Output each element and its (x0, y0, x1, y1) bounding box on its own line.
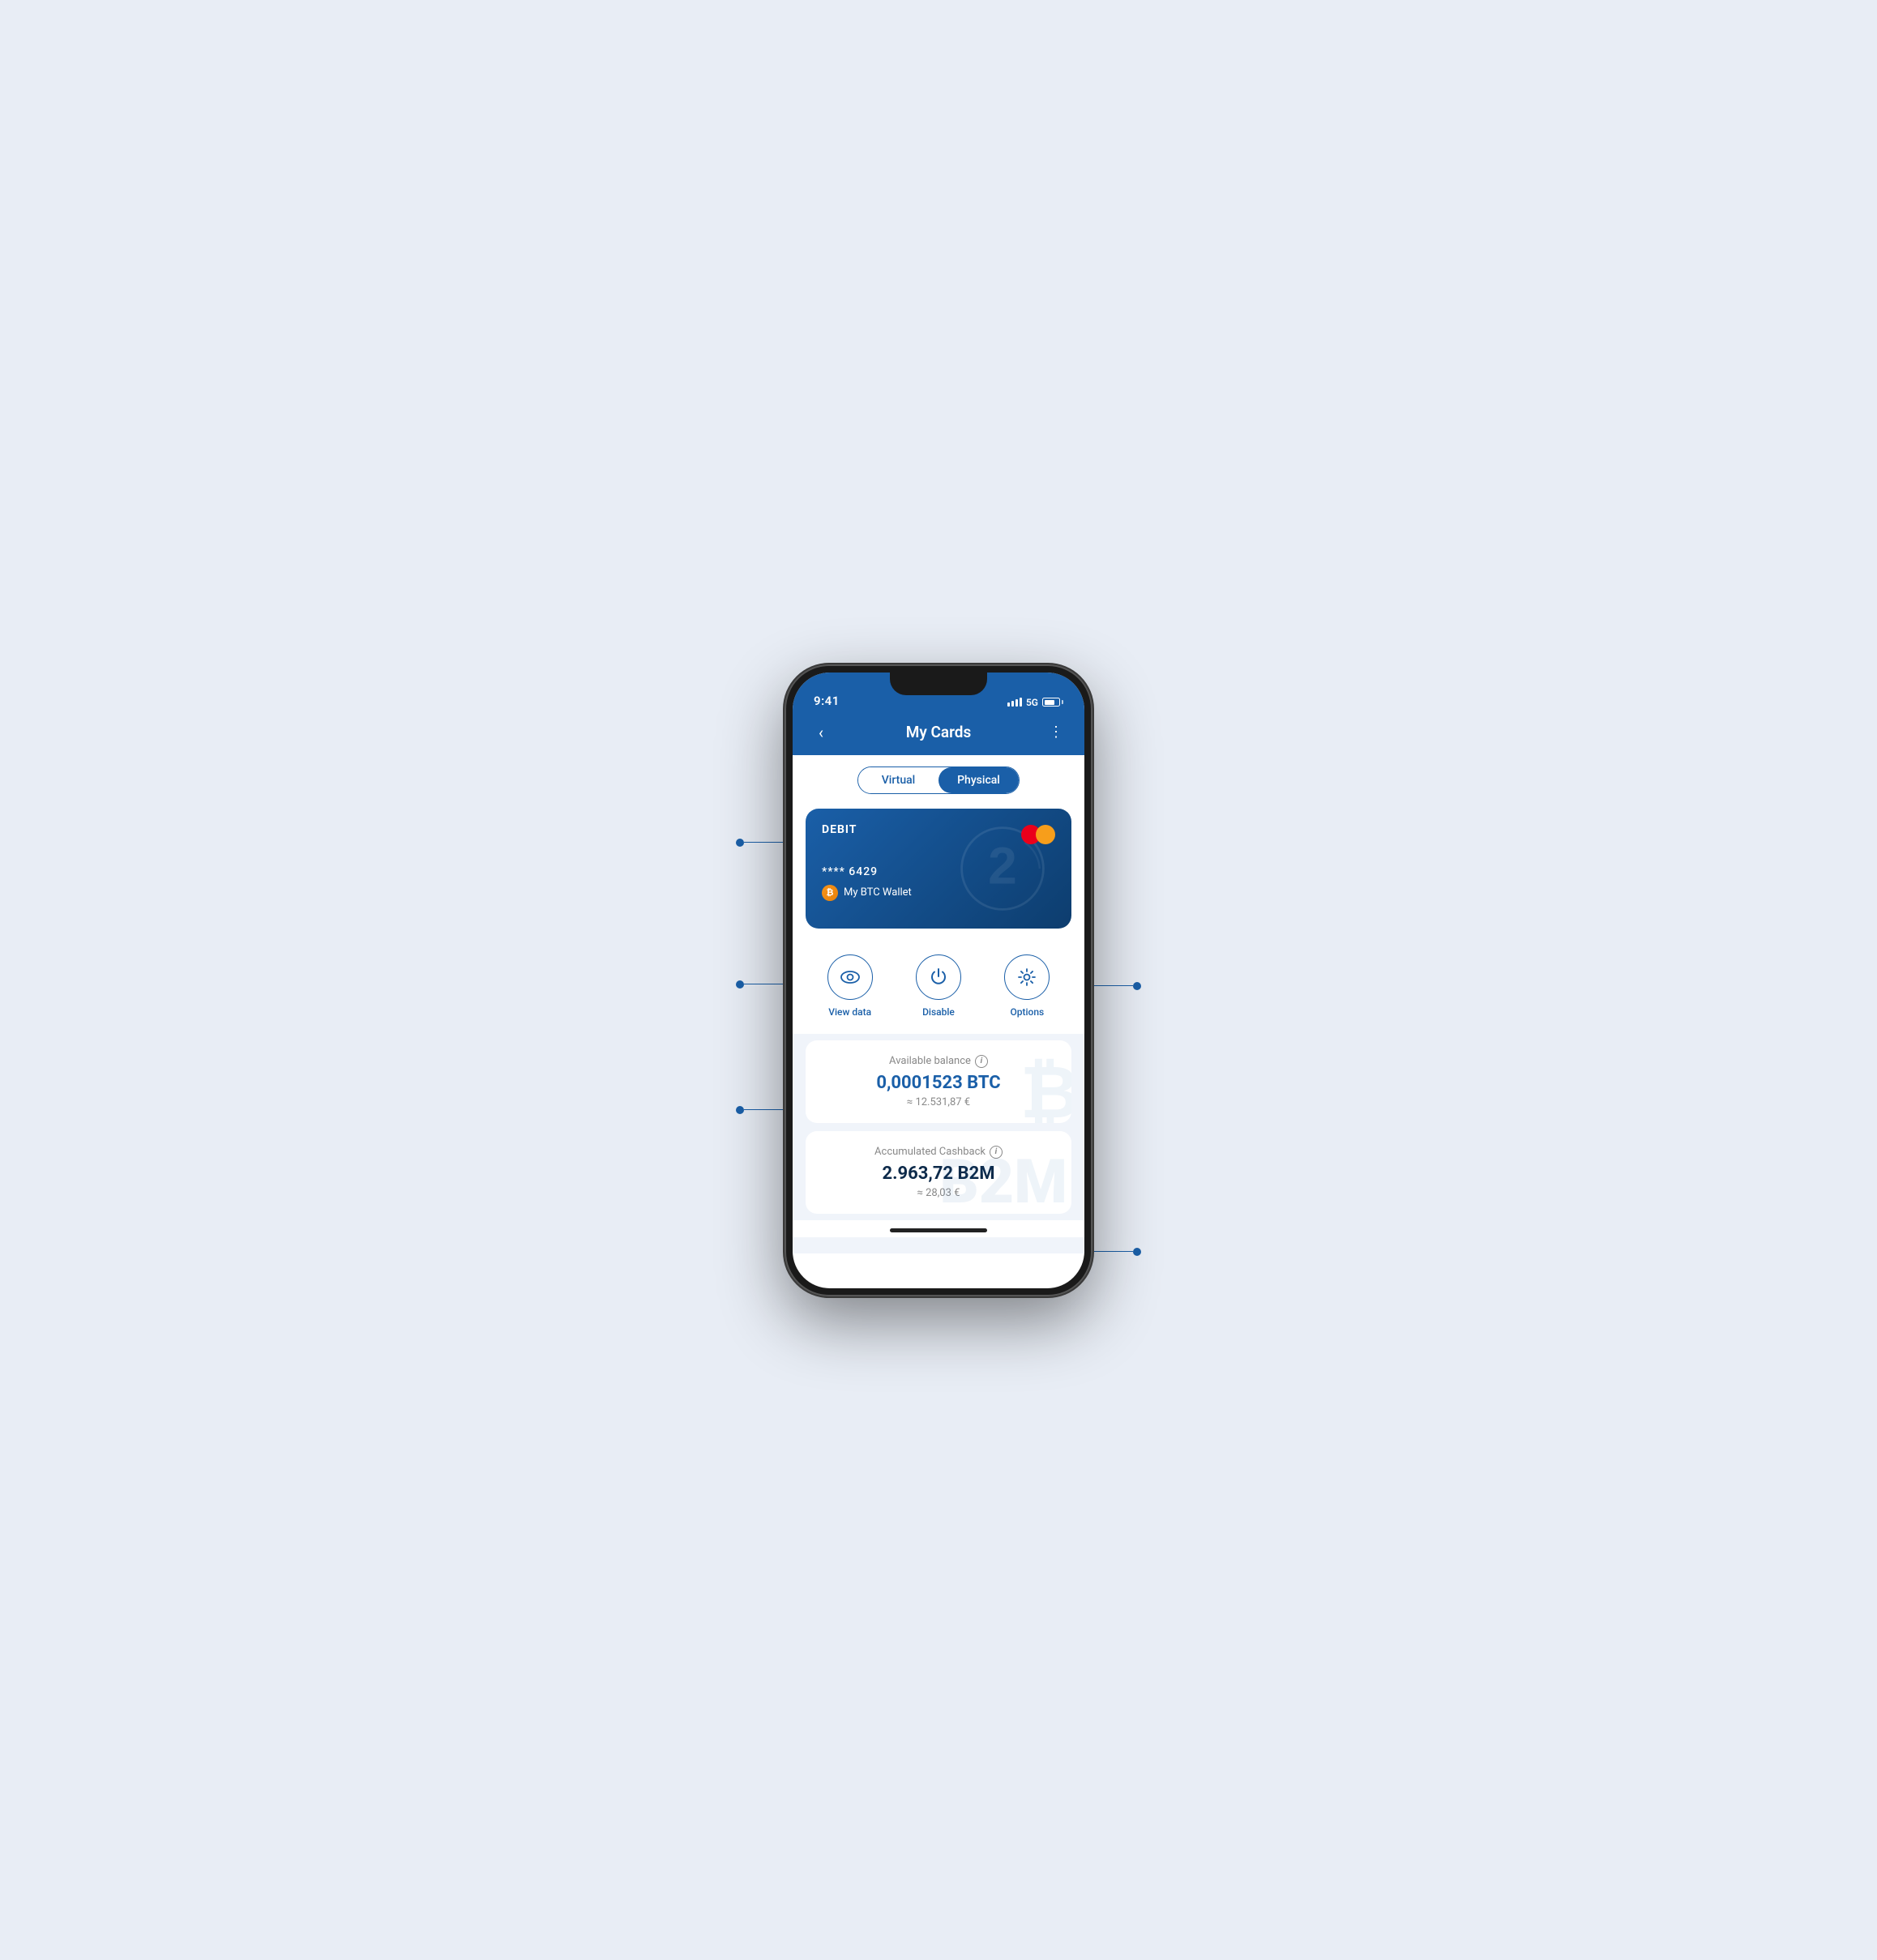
btc-symbol: ₿ (827, 887, 834, 898)
gear-icon (1017, 967, 1037, 987)
tab-toggle: Virtual Physical (857, 766, 1020, 794)
tab-virtual[interactable]: Virtual (858, 767, 938, 793)
card-type-label: DEBIT (822, 823, 857, 836)
card-section: 2 DEBIT **** 6429 (793, 802, 1084, 942)
back-button[interactable]: ‹ (809, 723, 833, 742)
content-inner: Virtual Physical 2 (793, 755, 1084, 1034)
mc-orange-circle (1036, 825, 1055, 844)
more-button[interactable]: ⋮ (1044, 724, 1068, 741)
tab-bar: Virtual Physical (793, 755, 1084, 802)
phone-shell: 9:41 5G (785, 664, 1092, 1296)
btc-icon: ₿ (822, 885, 838, 901)
action-view-data[interactable]: View data (827, 954, 873, 1018)
scene: 9:41 5G (728, 664, 1149, 1296)
cashback-card: B2M Accumulated Cashback i 2.963,72 B2M … (806, 1131, 1071, 1214)
status-icons: 5G (1007, 697, 1063, 708)
disable-label: Disable (922, 1006, 955, 1018)
signal-bars-icon (1007, 698, 1022, 707)
action-options[interactable]: Options (1004, 954, 1050, 1018)
disable-circle (916, 954, 961, 1000)
battery-icon (1042, 698, 1063, 707)
options-label: Options (1010, 1006, 1044, 1018)
action-disable[interactable]: Disable (916, 954, 961, 1018)
balance-info-icon: i (975, 1055, 988, 1068)
notch (890, 673, 987, 695)
page-title: My Cards (906, 723, 972, 741)
balance-card: ₿ Available balance i 0,0001523 BTC ≈ 12… (806, 1040, 1071, 1123)
svg-text:2: 2 (988, 836, 1017, 895)
options-circle (1004, 954, 1050, 1000)
wallet-name: My BTC Wallet (844, 886, 912, 899)
content-area: Virtual Physical 2 (793, 755, 1084, 1253)
home-indicator (793, 1220, 1084, 1237)
phone-screen: 9:41 5G (793, 673, 1084, 1288)
eye-icon (840, 969, 860, 985)
home-bar (890, 1228, 987, 1232)
mastercard-logo (1021, 823, 1055, 846)
view-data-label: View data (828, 1006, 871, 1018)
cashback-card-bg: B2M (939, 1147, 1067, 1214)
app-header: ‹ My Cards ⋮ (793, 715, 1084, 755)
balance-card-bg: ₿ (1020, 1050, 1071, 1123)
tab-physical[interactable]: Physical (938, 767, 1019, 793)
network-label: 5G (1026, 697, 1038, 708)
actions-section: View data Disable (793, 942, 1084, 1034)
view-data-circle (827, 954, 873, 1000)
debit-card: 2 DEBIT **** 6429 (806, 809, 1071, 929)
power-icon (930, 967, 947, 987)
status-time: 9:41 (814, 694, 840, 708)
info-section: ₿ Available balance i 0,0001523 BTC ≈ 12… (793, 1034, 1084, 1220)
actions-row: View data Disable (806, 954, 1071, 1018)
